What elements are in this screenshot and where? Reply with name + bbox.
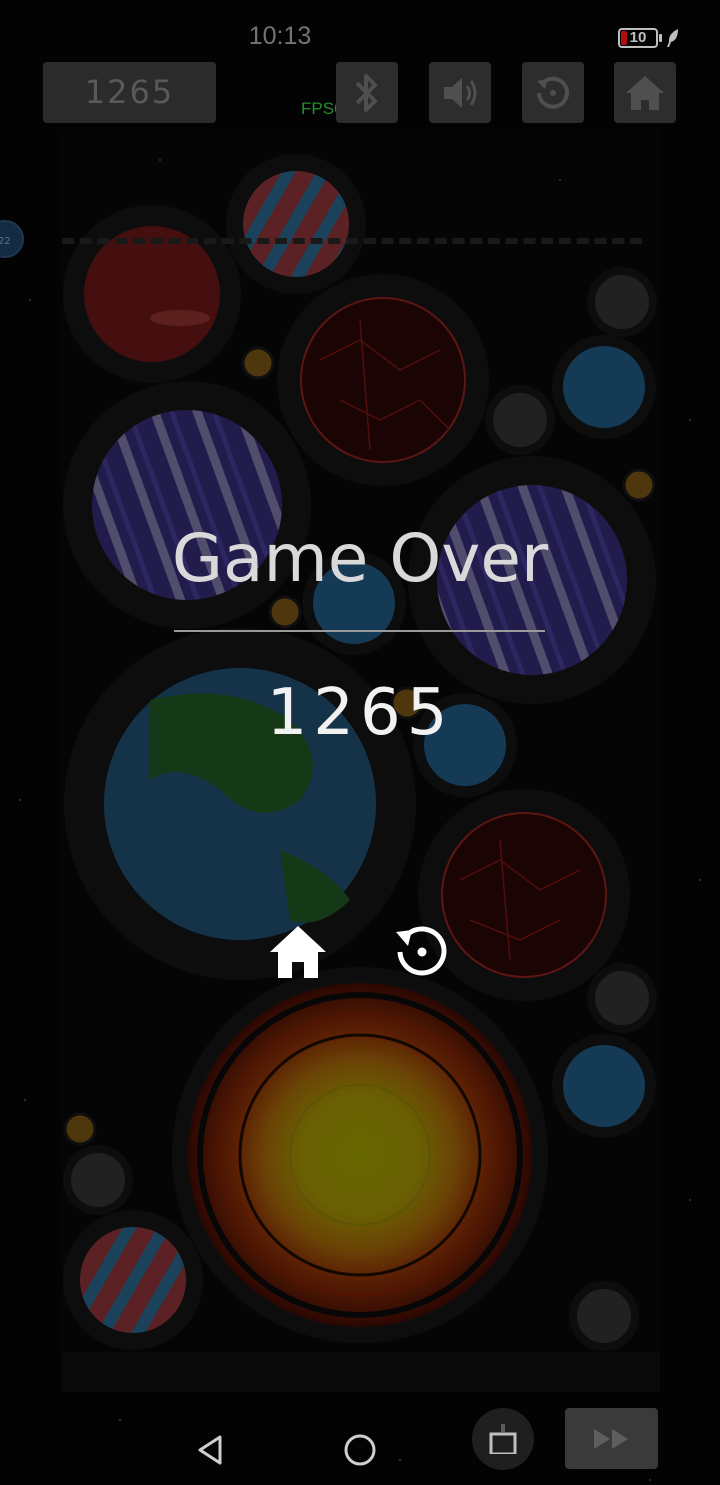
game-over-restart-button[interactable] (390, 920, 454, 984)
nav-home-button[interactable] (340, 1430, 380, 1470)
home-circle-icon (344, 1434, 376, 1466)
game-over-title: Game Over (171, 520, 549, 597)
divider (174, 630, 545, 632)
game-over-home-button[interactable] (266, 920, 330, 984)
navigation-bar (0, 1390, 720, 1485)
restart-icon (396, 926, 447, 976)
recents-icon (489, 1424, 517, 1454)
fast-forward-button[interactable] (565, 1408, 658, 1469)
final-score: 1265 (266, 676, 454, 750)
recents-button[interactable] (472, 1408, 534, 1470)
back-icon (198, 1435, 222, 1465)
fast-forward-icon (593, 1428, 628, 1449)
home-icon (270, 926, 326, 978)
back-button[interactable] (190, 1430, 230, 1470)
